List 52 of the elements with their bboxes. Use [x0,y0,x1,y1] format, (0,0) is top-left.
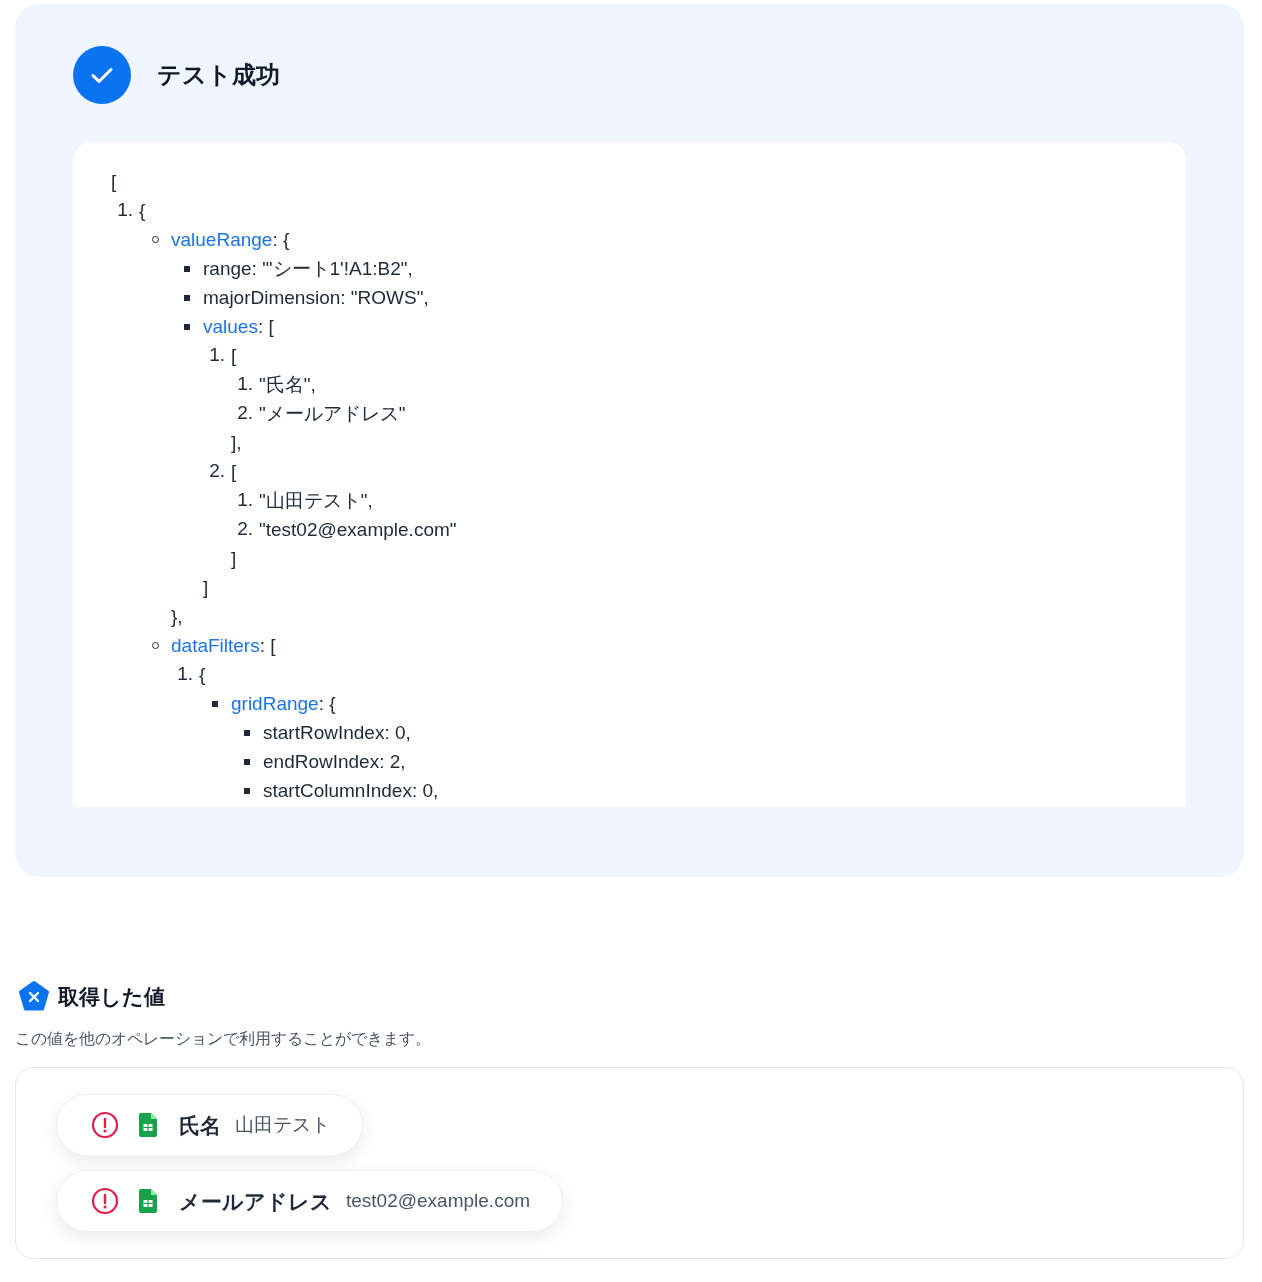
code-line: endRowIndex: 2, [263,750,406,774]
code-line: startRowIndex: 0, [263,721,411,745]
code-line: "山田テスト", [259,489,373,513]
bullet-icon [184,265,190,272]
list-number: 1. [176,662,194,686]
list-number: 1. [116,198,134,222]
code-line: ] [231,547,238,571]
variable-icon [18,981,50,1013]
code-line: [ [111,170,118,194]
code-line: { [139,199,147,223]
value-chip[interactable]: 氏名 山田テスト [56,1094,363,1157]
section-title: 取得した値 [58,984,165,1011]
bullet-icon [184,323,190,330]
check-circle-icon [73,46,131,104]
code-line: "氏名", [259,373,316,397]
code-line: "test02@example.com" [259,518,457,542]
code-line: startColumnIndex: 0, [263,779,439,803]
list-number: 1. [208,343,226,367]
bullet-icon [184,294,190,301]
spreadsheet-icon [139,1113,157,1138]
list-number: 2. [236,401,254,425]
value-label: メールアドレス [179,1188,332,1215]
list-number: 2. [236,517,254,541]
code-line: valueRange: { [171,228,291,252]
code-line: gridRange: { [231,692,337,716]
value-label: 氏名 [179,1112,221,1139]
code-line: { [199,663,207,687]
list-number: 2. [208,459,226,483]
list-number: 1. [236,488,254,512]
code-line: [ [231,460,238,484]
code-line: [ [231,344,238,368]
code-line: majorDimension: "ROWS", [203,286,429,310]
code-line: dataFilters: [ [171,634,277,658]
value-text: 山田テスト [235,1113,330,1137]
code-line: "メールアドレス" [259,402,406,426]
value-text: test02@example.com [346,1189,531,1213]
alert-icon [91,1111,119,1140]
code-line: }, [171,605,184,629]
result-title: テスト成功 [157,60,280,90]
bullet-icon [244,758,250,765]
bullet-icon [244,729,250,736]
bullet-icon [244,787,250,794]
code-line: values: [ [203,315,275,339]
code-line: ] [203,576,210,600]
spreadsheet-icon [139,1189,157,1214]
list-number: 1. [236,372,254,396]
code-line: range: "'シート1'!A1:B2", [203,257,413,281]
section-description: この値を他のオペレーションで利用することができます。 [15,1029,432,1049]
code-line: ], [231,431,243,455]
bullet-icon [212,700,218,707]
alert-icon [91,1187,119,1216]
value-chip[interactable]: メールアドレス test02@example.com [56,1170,564,1233]
